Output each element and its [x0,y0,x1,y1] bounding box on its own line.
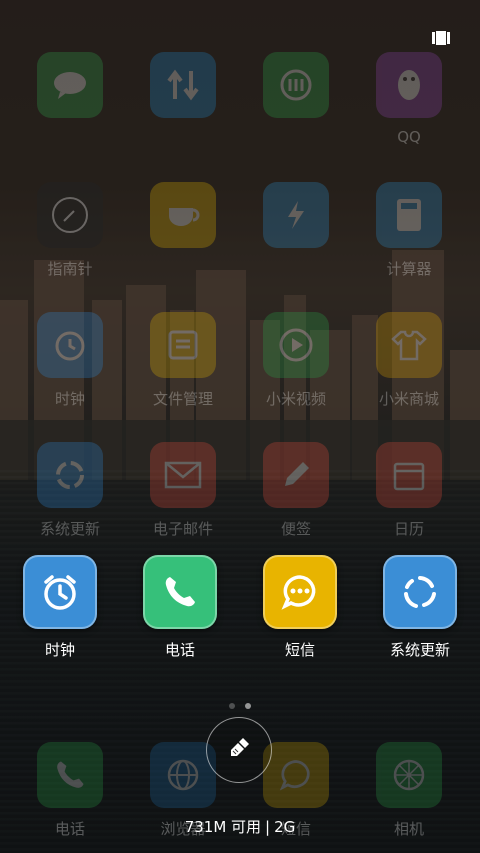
mi-logo-icon [263,52,329,118]
bg-app-notes: 便签 [246,442,346,539]
shirt-icon [376,312,442,378]
bg-app-mi-video: 小米视频 [246,312,346,409]
recent-app-label: 时钟 [44,641,75,659]
message-bubble-icon [263,742,329,808]
bg-app-qq: QQ [359,52,459,146]
recent-app-system-update[interactable]: 系统更新 [360,555,480,660]
bg-app-compass: 指南针 [20,182,120,279]
calculator-icon [376,182,442,248]
recent-app-clock[interactable]: 时钟 [0,555,120,660]
bg-app-system-update: 系统更新 [20,442,120,539]
bg-app-calendar: 日历 [359,442,459,539]
memory-available: 731M 可用 [184,818,262,836]
bg-app-file-transfer [133,52,233,128]
recent-app-phone[interactable]: 电话 [120,555,240,660]
calendar-icon [376,442,442,508]
bg-app-file-manager: 文件管理 [133,312,233,409]
memory-divider: | [265,818,271,836]
page-dot [229,703,235,709]
bg-app-messaging [20,52,120,128]
clear-all-button[interactable] [206,717,272,783]
recent-apps-menu-icon[interactable] [432,30,450,45]
transfer-arrows-icon [150,52,216,118]
recent-app-label: 短信 [284,641,315,659]
clock-icon [37,312,103,378]
page-indicator [0,703,480,709]
recent-app-label: 电话 [164,641,195,659]
bg-app-mi-store: 小米商城 [359,312,459,409]
alarm-clock-icon[interactable] [23,555,97,629]
message-bubble-icon[interactable] [263,555,337,629]
bg-app-flash [246,182,346,258]
coffee-cup-icon [150,182,216,248]
mail-icon [150,442,216,508]
penguin-icon [376,52,442,118]
bg-app-clock: 时钟 [20,312,120,409]
bg-app-email: 电子邮件 [133,442,233,539]
compass-icon [37,182,103,248]
folder-icon [150,312,216,378]
recent-app-messages[interactable]: 短信 [240,555,360,660]
phone-icon[interactable] [143,555,217,629]
camera-lens-icon [376,742,442,808]
broom-icon [226,735,252,765]
refresh-icon [37,442,103,508]
play-icon [263,312,329,378]
memory-total: 2G [274,818,296,836]
recent-app-label: 系统更新 [389,641,450,659]
bg-app-cup [133,182,233,258]
flash-icon [263,182,329,248]
phone-icon [37,742,103,808]
bg-app-calculator: 计算器 [359,182,459,279]
pencil-icon [263,442,329,508]
memory-status: 731M 可用 | 2G [0,816,480,837]
update-cycle-icon[interactable] [383,555,457,629]
chat-icon [37,52,103,118]
bg-app-mi-home [246,52,346,128]
page-dot-active [245,703,251,709]
